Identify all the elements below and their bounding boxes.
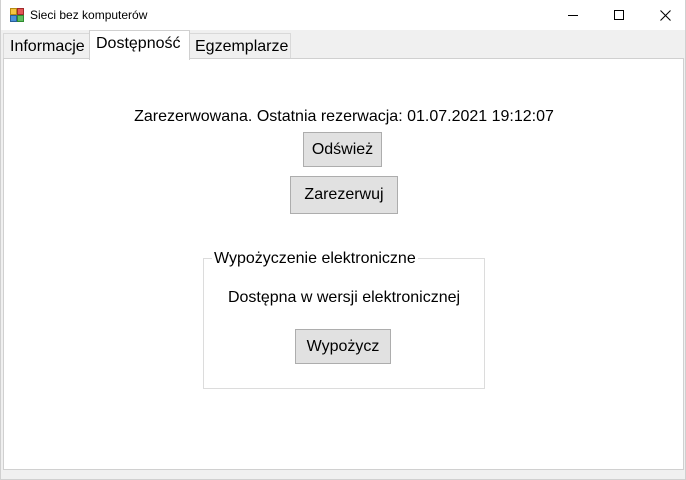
minimize-button[interactable]: [550, 0, 596, 30]
group-title: Wypożyczenie elektroniczne: [212, 249, 418, 269]
tab-dostepnosc[interactable]: Dostępność: [89, 30, 190, 60]
reservation-status-text: Zarezerwowana. Ostatnia rezerwacja: 01.0…: [134, 108, 554, 125]
main-window: Sieci bez komputerów Informacje Egzempla…: [0, 0, 686, 480]
title-bar[interactable]: Sieci bez komputerów: [1, 0, 685, 30]
tab-informacje[interactable]: Informacje: [3, 33, 91, 59]
window-title: Sieci bez komputerów: [30, 8, 148, 22]
reserve-button[interactable]: Zarezerwuj: [290, 176, 398, 214]
close-button[interactable]: [642, 0, 685, 30]
tab-label: Dostępność: [96, 35, 181, 52]
borrow-button[interactable]: Wypożycz: [295, 329, 391, 364]
tab-strip: Informacje Egzemplarze Dostępność: [1, 30, 685, 60]
maximize-button[interactable]: [596, 0, 642, 30]
refresh-button[interactable]: Odśwież: [303, 132, 382, 167]
close-icon: [659, 9, 671, 21]
window-bottom-edge: [1, 470, 685, 479]
electronic-borrow-group: Wypożyczenie elektroniczne Dostępna w we…: [203, 249, 485, 389]
maximize-icon: [614, 10, 624, 20]
minimize-icon: [568, 10, 578, 20]
electronic-status-text: Dostępna w wersji elektronicznej: [227, 289, 461, 306]
tab-egzemplarze[interactable]: Egzemplarze: [188, 33, 291, 59]
tab-label: Informacje: [10, 38, 85, 55]
app-window-icon: [10, 8, 24, 22]
tab-label: Egzemplarze: [195, 38, 289, 55]
